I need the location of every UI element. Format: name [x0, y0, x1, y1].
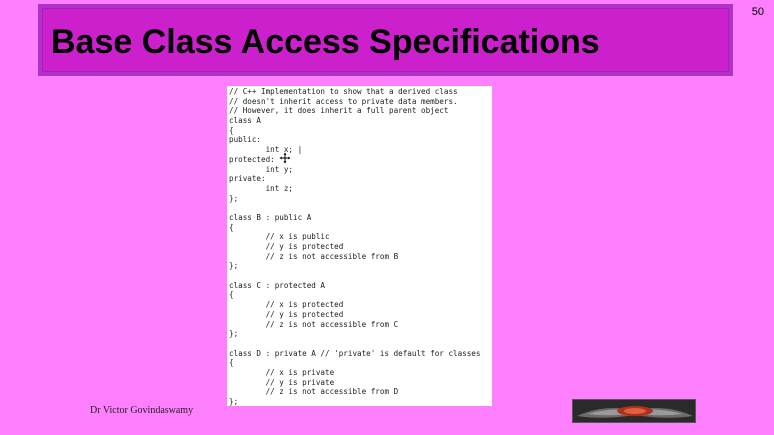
code-line: // However, it does inherit a full paren…	[229, 106, 449, 116]
title-bar: Base Class Access Specifications	[38, 4, 733, 76]
code-line: // y is protected	[229, 309, 344, 319]
code-line: // doesn't inherit access to private dat…	[229, 96, 458, 106]
code-line: };	[229, 193, 239, 203]
code-line: };	[229, 329, 239, 339]
code-line: int y;	[229, 164, 294, 174]
code-line: // z is not accessible from D	[229, 387, 399, 397]
code-line: // x is private	[229, 367, 335, 377]
logo-banner	[572, 399, 696, 423]
title-panel: Base Class Access Specifications	[42, 8, 729, 72]
move-cursor-icon	[279, 152, 291, 164]
code-line: class D : private A // 'private' is defa…	[229, 348, 481, 358]
code-line: // y is private	[229, 377, 335, 387]
author-name: Dr Victor Govindaswamy	[90, 405, 194, 416]
code-line: };	[229, 261, 239, 271]
code-line: {	[229, 290, 234, 300]
code-line: class B : public A	[229, 212, 312, 222]
code-line: // x is public	[229, 232, 330, 242]
code-line: class C : protected A	[229, 280, 326, 290]
code-line: // z is not accessible from C	[229, 319, 399, 329]
code-snippet: // C++ Implementation to show that a der…	[227, 86, 492, 406]
code-line: protected:	[229, 154, 275, 164]
code-line: int z;	[229, 183, 294, 193]
code-line: // z is not accessible from B	[229, 251, 399, 261]
code-line: public:	[229, 135, 262, 145]
code-line: // x is protected	[229, 300, 344, 310]
code-line: {	[229, 358, 234, 368]
code-line: private:	[229, 174, 266, 184]
page-number: 50	[751, 6, 764, 18]
slide-title: Base Class Access Specifications	[51, 23, 600, 61]
code-line: {	[229, 222, 234, 232]
code-line: class A	[229, 116, 262, 126]
code-line: int x; |	[229, 145, 303, 155]
code-line: };	[229, 397, 239, 406]
code-line: // C++ Implementation to show that a der…	[229, 87, 458, 96]
slide: Base Class Access Specifications 50 // C…	[0, 0, 774, 435]
logo-graphic	[573, 400, 695, 422]
code-line: {	[229, 125, 234, 135]
code-line: // y is protected	[229, 242, 344, 251]
